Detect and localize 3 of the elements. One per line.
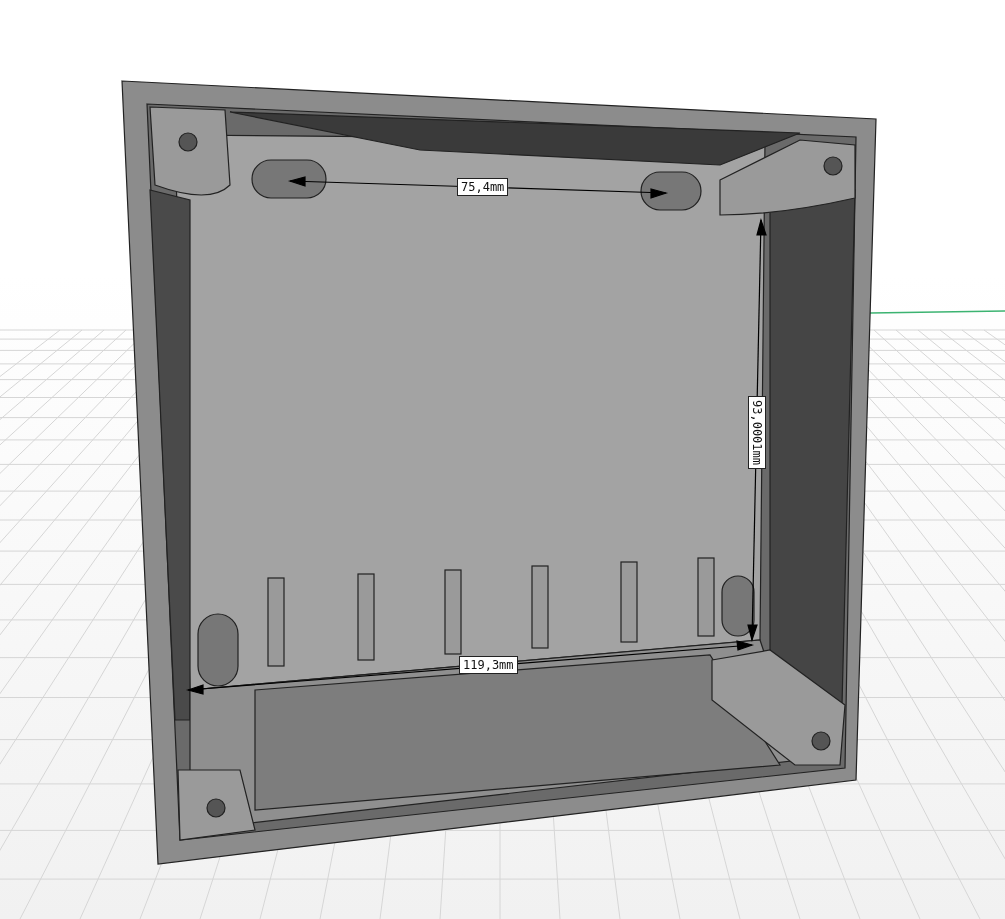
dimension-label: 119,3mm bbox=[459, 656, 518, 674]
dimension-label: 93,0001mm bbox=[748, 396, 766, 470]
dimension-label: 75,4mm bbox=[457, 178, 509, 196]
